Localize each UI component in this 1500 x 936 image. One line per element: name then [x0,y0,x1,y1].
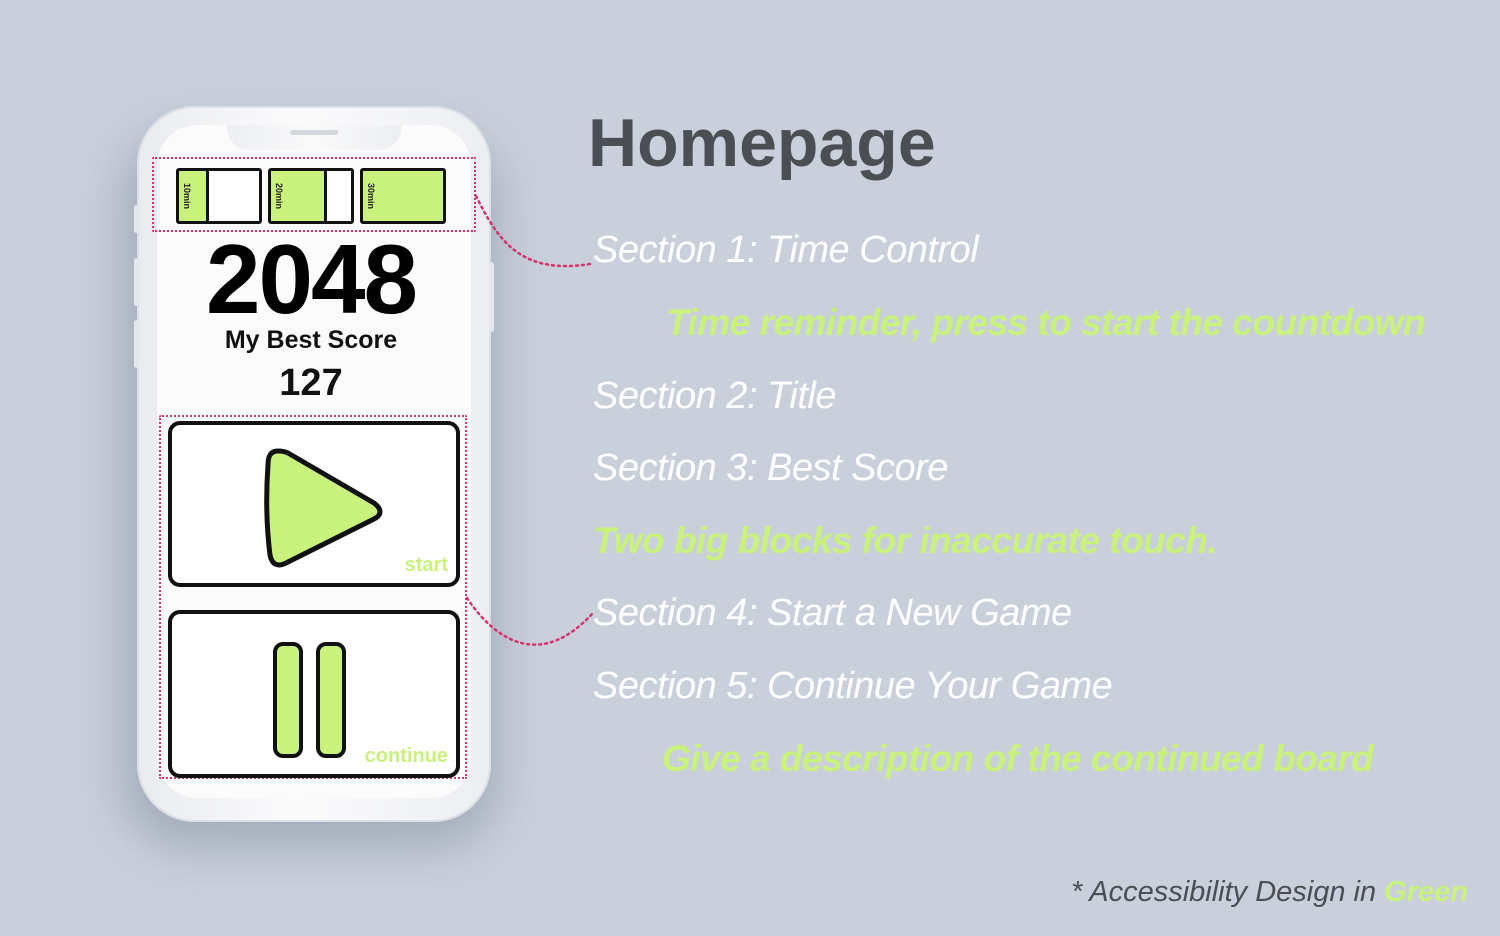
timer-10min-label: 10min [182,183,192,210]
timer-10min-fill: 10min [179,171,209,221]
continue-button[interactable]: continue [168,610,460,778]
accessibility-footer: * Accessibility Design in Green [1071,876,1468,909]
continue-label: continue [364,745,448,767]
section-1-text: Section 1: Time Control [593,229,979,271]
phone-speaker [290,130,338,135]
note-continued-board: Give a description of the continued boar… [662,738,1374,779]
timer-20min[interactable]: 20min [268,168,354,224]
start-label: start [404,554,448,576]
timer-30min-fill: 30min [363,171,443,221]
footer-green-word: Green [1384,876,1468,908]
section-3-text: Section 3: Best Score [593,447,948,489]
timer-30min-label: 30min [366,183,376,210]
phone-volume-down [134,320,139,368]
timer-20min-fill: 20min [271,171,327,221]
section-4-text: Section 4: Start a New Game [593,592,1072,634]
footer-prefix: * Accessibility Design in [1070,876,1385,908]
pause-bar-left [273,642,303,758]
phone-side-button [134,205,139,233]
game-title: 2048 [205,224,418,334]
section-2-text: Section 2: Title [593,375,837,417]
timer-30min[interactable]: 30min [360,168,446,224]
section-5-text: Section 5: Continue Your Game [593,665,1113,707]
pause-bar-right [316,642,346,758]
phone-volume-up [134,258,139,306]
note-big-blocks: Two big blocks for inaccurate touch. [593,520,1218,561]
best-score-value: 127 [279,362,343,404]
page-heading: Homepage [588,105,936,181]
phone-notch [227,125,401,150]
play-icon [264,448,383,568]
phone-power-button [489,262,494,332]
timer-20min-label: 20min [274,183,284,210]
start-button[interactable]: start [168,421,460,587]
note-time-reminder: Time reminder, press to start the countd… [666,302,1426,343]
timer-10min[interactable]: 10min [176,168,262,224]
best-score-label: My Best Score [224,326,398,354]
